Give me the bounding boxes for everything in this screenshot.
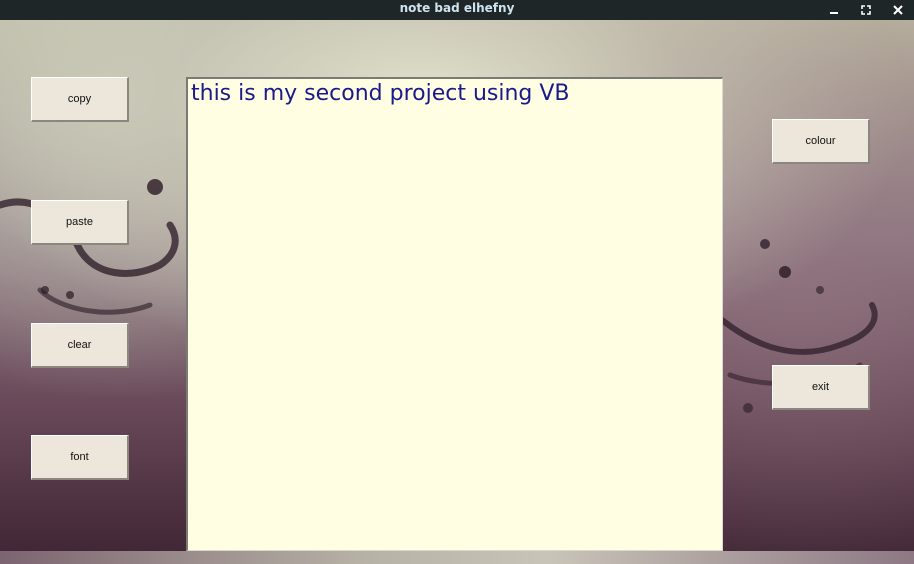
maximize-button[interactable]	[856, 0, 876, 20]
paste-button[interactable]: paste	[31, 200, 129, 245]
font-button[interactable]: font	[31, 435, 129, 480]
minimize-icon	[830, 12, 838, 14]
exit-button[interactable]: exit	[772, 365, 870, 410]
window-title: note bad elhefny	[399, 1, 515, 15]
maximize-icon	[861, 5, 871, 15]
form-client-area: copy paste clear font colour exit this i…	[0, 20, 914, 564]
colour-button[interactable]: colour	[772, 119, 870, 164]
close-button[interactable]	[888, 0, 908, 20]
editor-content[interactable]: this is my second project using VB	[191, 81, 570, 106]
background-bottom-strip	[0, 551, 914, 564]
minimize-button[interactable]	[824, 0, 844, 20]
close-icon	[893, 5, 903, 15]
text-editor[interactable]: this is my second project using VB	[186, 77, 723, 551]
clear-button[interactable]: clear	[31, 323, 129, 368]
copy-button[interactable]: copy	[31, 77, 129, 122]
title-bar: note bad elhefny	[0, 0, 914, 20]
